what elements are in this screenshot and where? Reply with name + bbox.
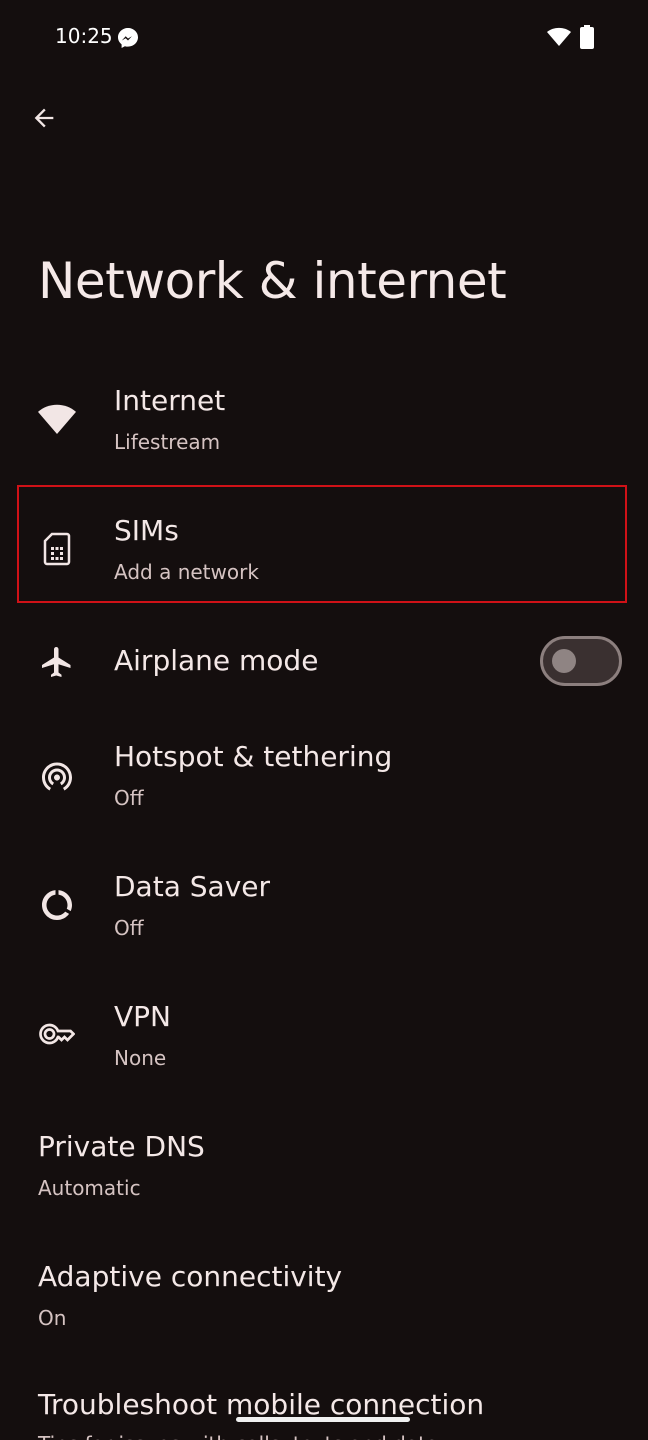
private-dns-title: Private DNS bbox=[38, 1130, 205, 1163]
wifi-icon bbox=[547, 27, 571, 47]
vpn-key-icon bbox=[36, 1013, 78, 1055]
adaptive-connectivity-title: Adaptive connectivity bbox=[38, 1260, 343, 1293]
status-bar: 10:25 bbox=[0, 0, 648, 74]
vpn-title: VPN bbox=[114, 1000, 171, 1033]
toggle-knob bbox=[552, 649, 576, 673]
internet-title: Internet bbox=[114, 384, 226, 417]
data-saver-item[interactable]: Data Saver Off bbox=[0, 846, 648, 966]
airplane-mode-title: Airplane mode bbox=[114, 644, 319, 677]
airplane-mode-toggle[interactable] bbox=[540, 636, 622, 686]
sims-subtitle: Add a network bbox=[114, 560, 259, 584]
troubleshoot-item[interactable]: Troubleshoot mobile connection Tips for … bbox=[0, 1366, 648, 1440]
data-saver-icon bbox=[36, 884, 78, 926]
data-saver-title: Data Saver bbox=[114, 870, 270, 903]
hotspot-title: Hotspot & tethering bbox=[114, 740, 393, 773]
vpn-item[interactable]: VPN None bbox=[0, 976, 648, 1096]
hotspot-subtitle: Off bbox=[114, 786, 144, 810]
sims-title: SIMs bbox=[114, 514, 179, 547]
data-saver-subtitle: Off bbox=[114, 916, 144, 940]
hotspot-icon bbox=[36, 755, 78, 797]
sim-card-icon bbox=[36, 528, 78, 570]
airplane-icon bbox=[36, 641, 78, 683]
adaptive-connectivity-subtitle: On bbox=[38, 1306, 67, 1330]
private-dns-subtitle: Automatic bbox=[38, 1176, 141, 1200]
hotspot-item[interactable]: Hotspot & tethering Off bbox=[0, 716, 648, 836]
wifi-icon bbox=[36, 398, 78, 440]
adaptive-connectivity-item[interactable]: Adaptive connectivity On bbox=[0, 1236, 648, 1356]
internet-item[interactable]: Internet Lifestream bbox=[0, 358, 648, 478]
messenger-icon bbox=[117, 27, 139, 49]
internet-subtitle: Lifestream bbox=[114, 430, 221, 454]
sims-item[interactable]: SIMs Add a network bbox=[0, 487, 648, 607]
troubleshoot-subtitle: Tips for issues with calls, texts and da… bbox=[38, 1432, 438, 1440]
page-title: Network & internet bbox=[38, 252, 507, 310]
back-button[interactable] bbox=[22, 96, 66, 140]
arrow-left-icon bbox=[34, 108, 54, 128]
private-dns-item[interactable]: Private DNS Automatic bbox=[0, 1106, 648, 1226]
gesture-navigation-bar[interactable] bbox=[236, 1417, 410, 1422]
status-time: 10:25 bbox=[55, 24, 113, 48]
battery-icon bbox=[580, 25, 594, 49]
vpn-subtitle: None bbox=[114, 1046, 167, 1070]
